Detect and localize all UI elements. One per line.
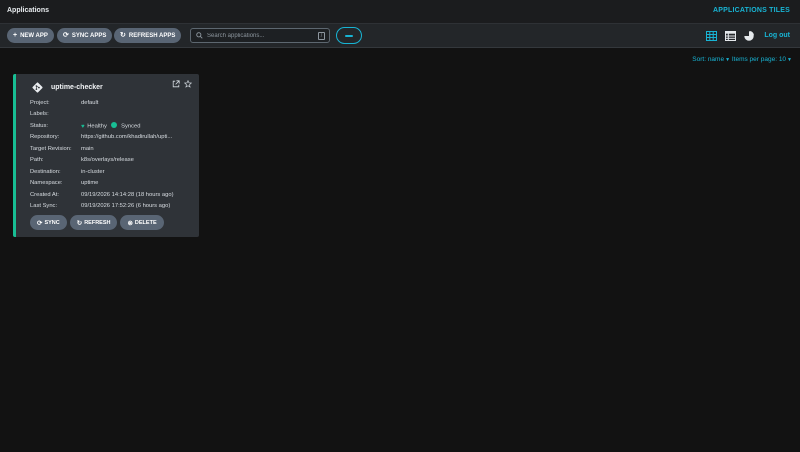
health-status: Healthy — [87, 123, 107, 130]
app-tile-actions — [172, 80, 192, 88]
detail-key: Status: — [30, 122, 49, 129]
refresh-icon: ↻ — [76, 219, 83, 227]
heart-icon: ♥ — [81, 123, 85, 130]
detail-key: Last Sync: — [30, 203, 58, 210]
detail-key: Path: — [30, 157, 44, 164]
detail-key: Destination: — [30, 168, 61, 175]
list-view-icon[interactable] — [725, 31, 736, 41]
detail-row-created-at: Created At: 09/19/2026 14:14:28 (18 hour… — [30, 189, 174, 201]
sync-apps-button[interactable]: ⟳ SYNC APPS — [57, 28, 113, 43]
caret-down-icon: ▼ — [725, 57, 731, 63]
delete-label: DELETE — [134, 219, 157, 226]
detail-value: in-cluster — [81, 168, 105, 175]
top-header: Applications APPLICATIONS TILES — [0, 0, 800, 24]
detail-value: uptime — [81, 180, 99, 187]
detail-key: Labels: — [30, 111, 49, 118]
toolbar: + NEW APP ⟳ SYNC APPS ↻ REFRESH APPS / — [0, 24, 800, 48]
git-icon — [32, 82, 43, 93]
app-details: Project: default Labels: Status: ♥ Healt… — [30, 97, 174, 212]
logout-link[interactable]: Log out — [764, 32, 790, 39]
detail-value: main — [81, 145, 94, 152]
sort-pagination-bar: Sort: name▼ Items per page: 10▼ — [692, 56, 792, 63]
app-tile-header: uptime-checker — [32, 82, 103, 93]
new-app-button[interactable]: + NEW APP — [7, 28, 54, 43]
detail-row-repository: Repository: https://github.com/khadirull… — [30, 132, 174, 144]
refresh-button[interactable]: ↻ REFRESH — [69, 215, 118, 230]
new-app-label: NEW APP — [20, 32, 48, 39]
sort-selector[interactable]: Sort: name▼ — [692, 56, 730, 63]
detail-row-project: Project: default — [30, 97, 174, 109]
status-value: ♥ Healthy Synced — [81, 122, 140, 130]
refresh-icon: ↻ — [120, 32, 126, 39]
detail-row-path: Path: k8s/overlays/release — [30, 155, 174, 167]
search-icon — [196, 32, 203, 39]
view-mode-label: APPLICATIONS TILES — [713, 7, 790, 14]
tiles-view-icon[interactable] — [706, 31, 717, 41]
external-link-icon[interactable] — [172, 80, 180, 88]
search-input[interactable] — [207, 32, 313, 39]
detail-row-destination: Destination: in-cluster — [30, 166, 174, 178]
detail-row-status: Status: ♥ Healthy Synced — [30, 120, 174, 132]
detail-row-last-sync: Last Sync: 09/19/2026 17:52:26 (6 hours … — [30, 201, 174, 213]
detail-value: 09/19/2026 17:52:26 (6 hours ago) — [81, 203, 171, 210]
plus-icon: + — [13, 32, 18, 39]
filters-toggle-button[interactable] — [336, 27, 362, 44]
detail-key: Repository: — [30, 134, 60, 141]
sync-icon: ⟳ — [63, 32, 69, 39]
summary-pie-icon[interactable] — [744, 31, 755, 41]
detail-row-target-revision: Target Revision: main — [30, 143, 174, 155]
delete-icon: ⊗ — [127, 219, 133, 227]
synced-check-icon — [111, 122, 118, 128]
refresh-apps-button[interactable]: ↻ REFRESH APPS — [114, 28, 182, 43]
sync-icon: ⟳ — [37, 219, 43, 227]
refresh-apps-label: REFRESH APPS — [128, 32, 176, 39]
sync-label: SYNC — [44, 219, 60, 226]
detail-key: Created At: — [30, 191, 60, 198]
detail-value: k8s/overlays/release — [81, 157, 134, 164]
detail-value: default — [81, 99, 99, 106]
sort-label: Sort: name — [692, 56, 725, 63]
detail-value: 09/19/2026 14:14:28 (18 hours ago) — [81, 191, 174, 198]
search-box[interactable]: / — [190, 28, 330, 43]
items-per-page-label: Items per page: 10 — [731, 56, 787, 63]
app-tile-buttons: ⟳ SYNC ↻ REFRESH ⊗ DELETE — [30, 215, 164, 230]
detail-key: Namespace: — [30, 180, 63, 187]
star-icon[interactable] — [184, 80, 192, 88]
sync-apps-label: SYNC APPS — [71, 32, 107, 39]
app-name[interactable]: uptime-checker — [51, 84, 103, 91]
refresh-label: REFRESH — [84, 219, 111, 226]
sync-status: Synced — [121, 123, 141, 130]
detail-key: Project: — [30, 99, 50, 106]
items-per-page-selector[interactable]: Items per page: 10▼ — [732, 56, 792, 63]
minus-icon — [345, 34, 353, 37]
detail-row-labels: Labels: — [30, 109, 174, 121]
caret-down-icon: ▼ — [787, 57, 792, 63]
page-title: Applications — [7, 7, 50, 14]
app-tile-card[interactable]: uptime-checker Project: default Labels: … — [13, 74, 199, 237]
sync-button[interactable]: ⟳ SYNC — [30, 215, 67, 230]
search-shortcut-hint: / — [318, 32, 325, 40]
delete-button[interactable]: ⊗ DELETE — [120, 215, 164, 230]
detail-row-namespace: Namespace: uptime — [30, 178, 174, 190]
detail-key: Target Revision: — [30, 145, 72, 152]
detail-value: https://github.com/khadirullah/upti... — [81, 134, 173, 141]
